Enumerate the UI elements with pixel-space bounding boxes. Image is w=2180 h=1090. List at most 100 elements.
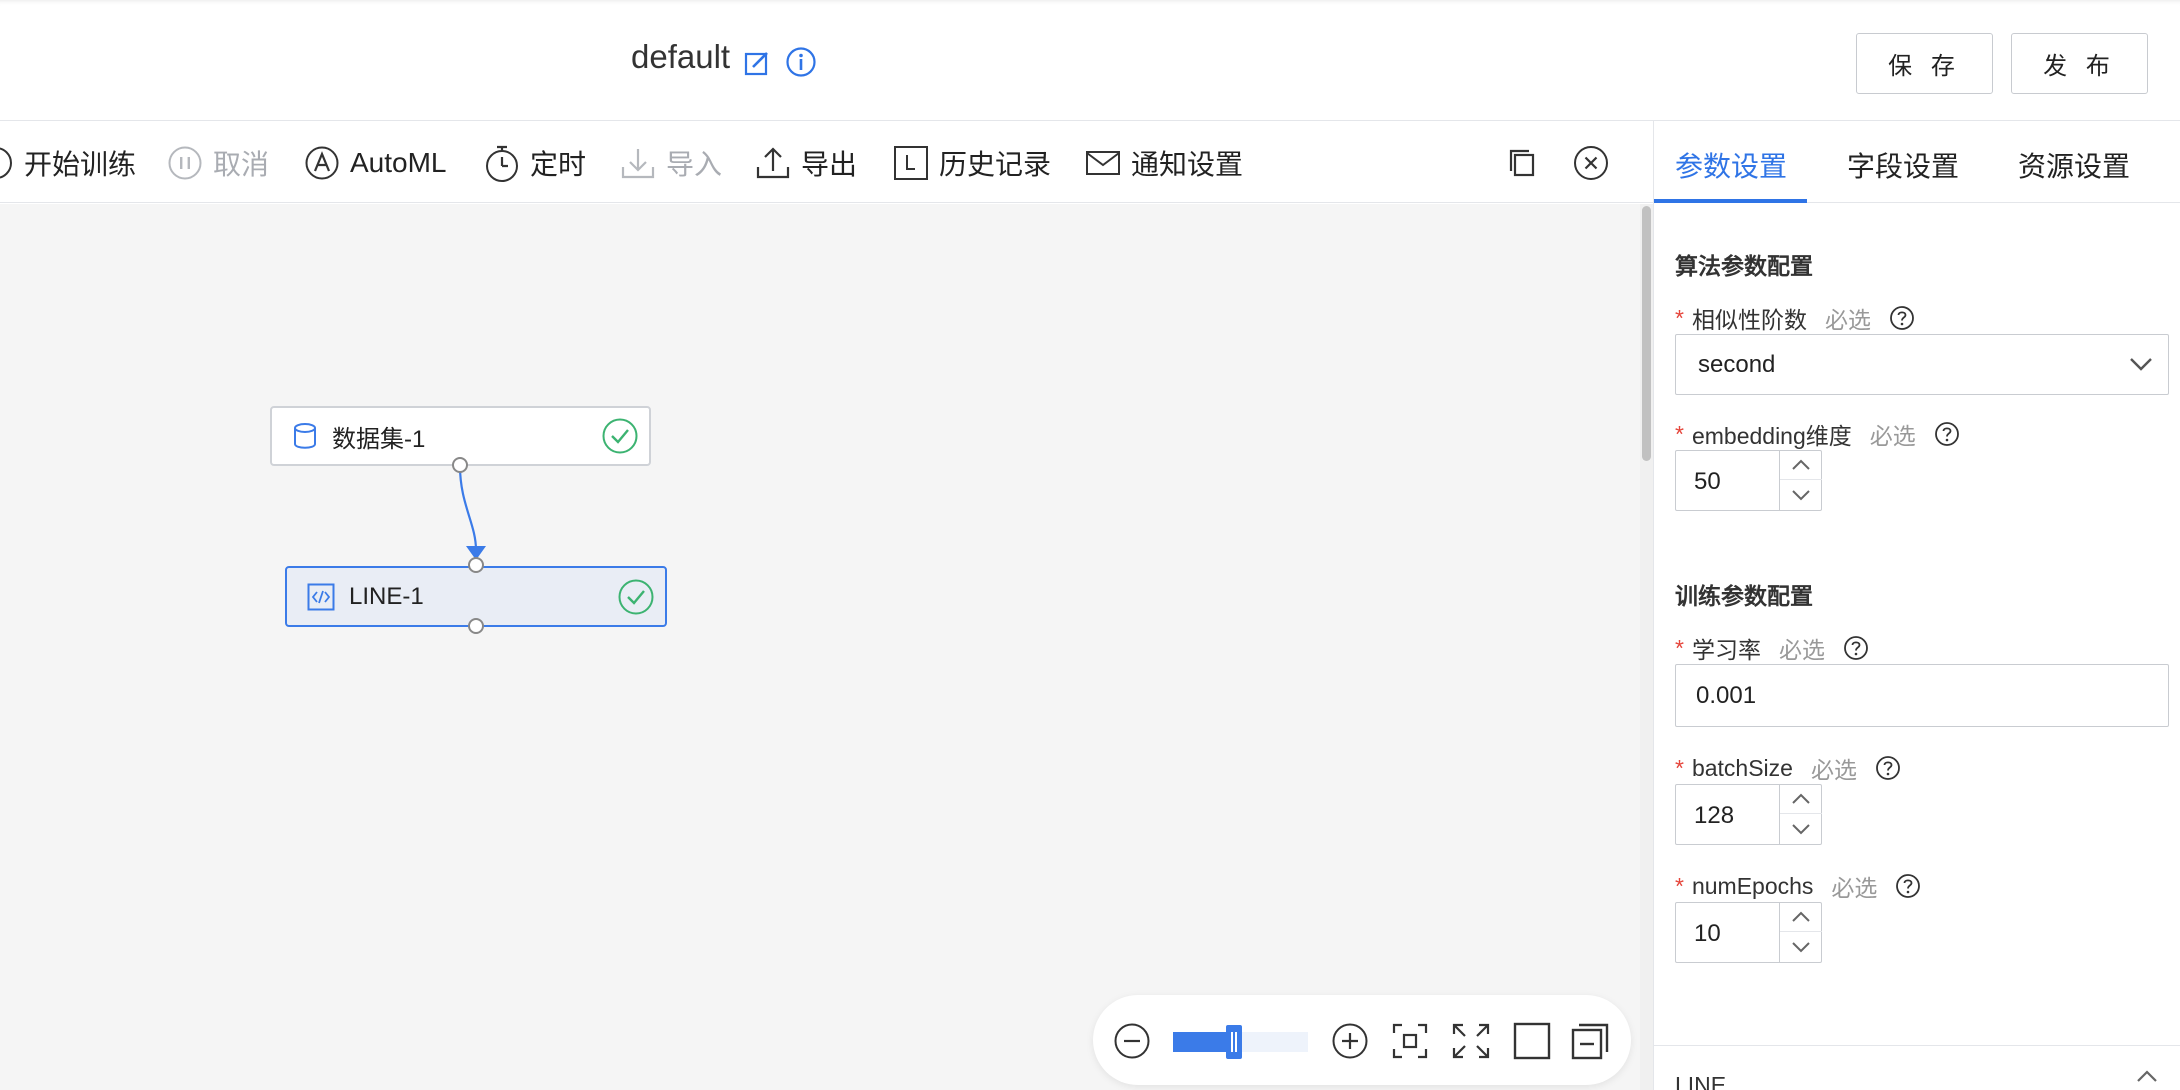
timer-icon: [486, 145, 518, 182]
publish-button[interactable]: 发 布: [2011, 33, 2148, 94]
help-icon[interactable]: [1875, 755, 1901, 781]
line-node-label: LINE-1: [349, 582, 424, 610]
stepper-down-button[interactable]: [1780, 480, 1822, 509]
help-icon[interactable]: [1843, 635, 1869, 661]
automl-label: AutoML: [350, 147, 447, 178]
cancel-label: 取消: [213, 149, 270, 180]
line-section-title: LINE: [1675, 1072, 1727, 1090]
line-collapsible-section[interactable]: LINE: [1654, 1045, 2180, 1090]
chevron-up-icon: [1792, 459, 1810, 470]
chevron-down-icon: [2130, 358, 2152, 371]
field-hint: 必选: [1778, 637, 1825, 663]
field-hint: 必选: [1831, 875, 1878, 901]
chevron-down-icon: [1792, 489, 1810, 500]
import-icon: [621, 149, 655, 179]
automl-icon: [305, 146, 339, 180]
actual-size-icon[interactable]: [1513, 1022, 1551, 1060]
stepper-up-button[interactable]: [1780, 451, 1822, 480]
active-tab-indicator: [1654, 199, 1807, 203]
copy-icon[interactable]: [1507, 145, 1537, 179]
line-output-port[interactable]: [468, 618, 484, 634]
batch-size-stepper[interactable]: 128: [1675, 784, 1822, 845]
zoom-controls: [1093, 995, 1631, 1085]
success-check-icon: [618, 579, 654, 614]
parameter-panel: 参数设置 字段设置 资源设置 算法参数配置 * 相似性阶数 必选 second …: [1653, 121, 2180, 1090]
required-mark: *: [1675, 872, 1684, 899]
embedding-dim-stepper[interactable]: 50: [1675, 450, 1822, 511]
notification-settings-button[interactable]: 通知设置: [1085, 143, 1243, 183]
database-icon: [294, 423, 316, 449]
close-circle-icon[interactable]: [1573, 145, 1609, 181]
stepper-up-button[interactable]: [1780, 785, 1822, 814]
field-hint: 必选: [1869, 423, 1916, 449]
save-button[interactable]: 保 存: [1856, 33, 1993, 94]
help-icon[interactable]: [1895, 873, 1921, 899]
canvas-scrollbar-thumb[interactable]: [1642, 206, 1651, 461]
play-circle-icon: [0, 147, 12, 179]
code-icon: [307, 583, 335, 610]
similarity-order-label: * 相似性阶数 必选: [1675, 301, 1915, 335]
zoom-slider-fill: [1173, 1032, 1234, 1052]
field-label: batchSize: [1691, 754, 1793, 781]
help-icon[interactable]: [1934, 421, 1960, 447]
chevron-down-icon: [1792, 823, 1810, 834]
start-training-button[interactable]: 开始训练: [0, 143, 136, 183]
stepper-up-button[interactable]: [1780, 903, 1822, 932]
stepper-down-button[interactable]: [1780, 814, 1822, 843]
fullscreen-icon[interactable]: [1451, 1022, 1491, 1060]
algo-params-section-title: 算法参数配置: [1675, 253, 1813, 279]
header-bar: default 保 存 发 布: [0, 0, 2180, 121]
pipeline-title: default: [631, 38, 731, 75]
stepper-controls: [1779, 903, 1822, 962]
zoom-in-icon[interactable]: [1331, 1022, 1369, 1060]
automl-button[interactable]: AutoML: [304, 143, 447, 183]
fit-view-icon[interactable]: [1391, 1022, 1429, 1060]
chevron-up-icon: [2137, 1070, 2157, 1082]
required-mark: *: [1675, 634, 1684, 661]
help-icon[interactable]: [1889, 305, 1915, 331]
field-label: 相似性阶数: [1691, 307, 1807, 333]
export-icon: [756, 147, 790, 179]
zoom-slider-handle[interactable]: [1226, 1025, 1242, 1059]
minimap-icon[interactable]: [1571, 1022, 1609, 1060]
panel-tabs: 参数设置 字段设置 资源设置: [1654, 121, 2180, 203]
cancel-button[interactable]: 取消: [167, 143, 269, 183]
schedule-button[interactable]: 定时: [484, 143, 586, 183]
batch-size-label: * batchSize 必选: [1675, 751, 1901, 785]
tab-field-settings[interactable]: 字段设置: [1847, 145, 1959, 185]
toolbar: 开始训练 取消 AutoML 定时 导入 导出 历史记录 通知设置: [0, 121, 1653, 203]
learning-rate-input[interactable]: [1675, 664, 2169, 727]
dataset-output-port[interactable]: [452, 457, 468, 473]
tab-resource-settings[interactable]: 资源设置: [2018, 145, 2130, 185]
embedding-dim-label: * embedding维度 必选: [1675, 417, 1960, 451]
export-button[interactable]: 导出: [755, 143, 857, 183]
chevron-up-icon: [1792, 911, 1810, 922]
chevron-down-icon: [1792, 941, 1810, 952]
zoom-out-icon[interactable]: [1113, 1022, 1151, 1060]
embedding-dim-value: 50: [1694, 468, 1721, 495]
stepper-down-button[interactable]: [1780, 932, 1822, 961]
history-button[interactable]: 历史记录: [893, 143, 1051, 183]
import-button[interactable]: 导入: [620, 143, 722, 183]
tab-parameter-settings[interactable]: 参数设置: [1675, 145, 1787, 185]
similarity-order-value: second: [1698, 350, 1776, 378]
mail-icon: [1086, 151, 1120, 175]
stepper-controls: [1779, 785, 1822, 844]
node-connection-edge[interactable]: [458, 465, 478, 551]
edit-icon[interactable]: [743, 49, 771, 77]
export-label: 导出: [801, 149, 858, 180]
success-check-icon: [602, 418, 638, 454]
train-params-section-title: 训练参数配置: [1675, 583, 1813, 609]
pipeline-canvas[interactable]: 数据集-1 LINE-1: [0, 204, 1640, 1090]
import-label: 导入: [666, 149, 723, 180]
batch-size-value: 128: [1694, 802, 1735, 829]
required-mark: *: [1675, 754, 1684, 781]
line-input-port[interactable]: [468, 557, 484, 573]
num-epochs-stepper[interactable]: 10: [1675, 902, 1822, 963]
learning-rate-label: * 学习率 必选: [1675, 631, 1869, 665]
edge-layer: [458, 465, 486, 560]
similarity-order-select[interactable]: second: [1675, 334, 2169, 395]
field-label: 学习率: [1691, 637, 1761, 663]
info-icon[interactable]: [785, 46, 817, 78]
pause-circle-icon: [168, 146, 202, 180]
